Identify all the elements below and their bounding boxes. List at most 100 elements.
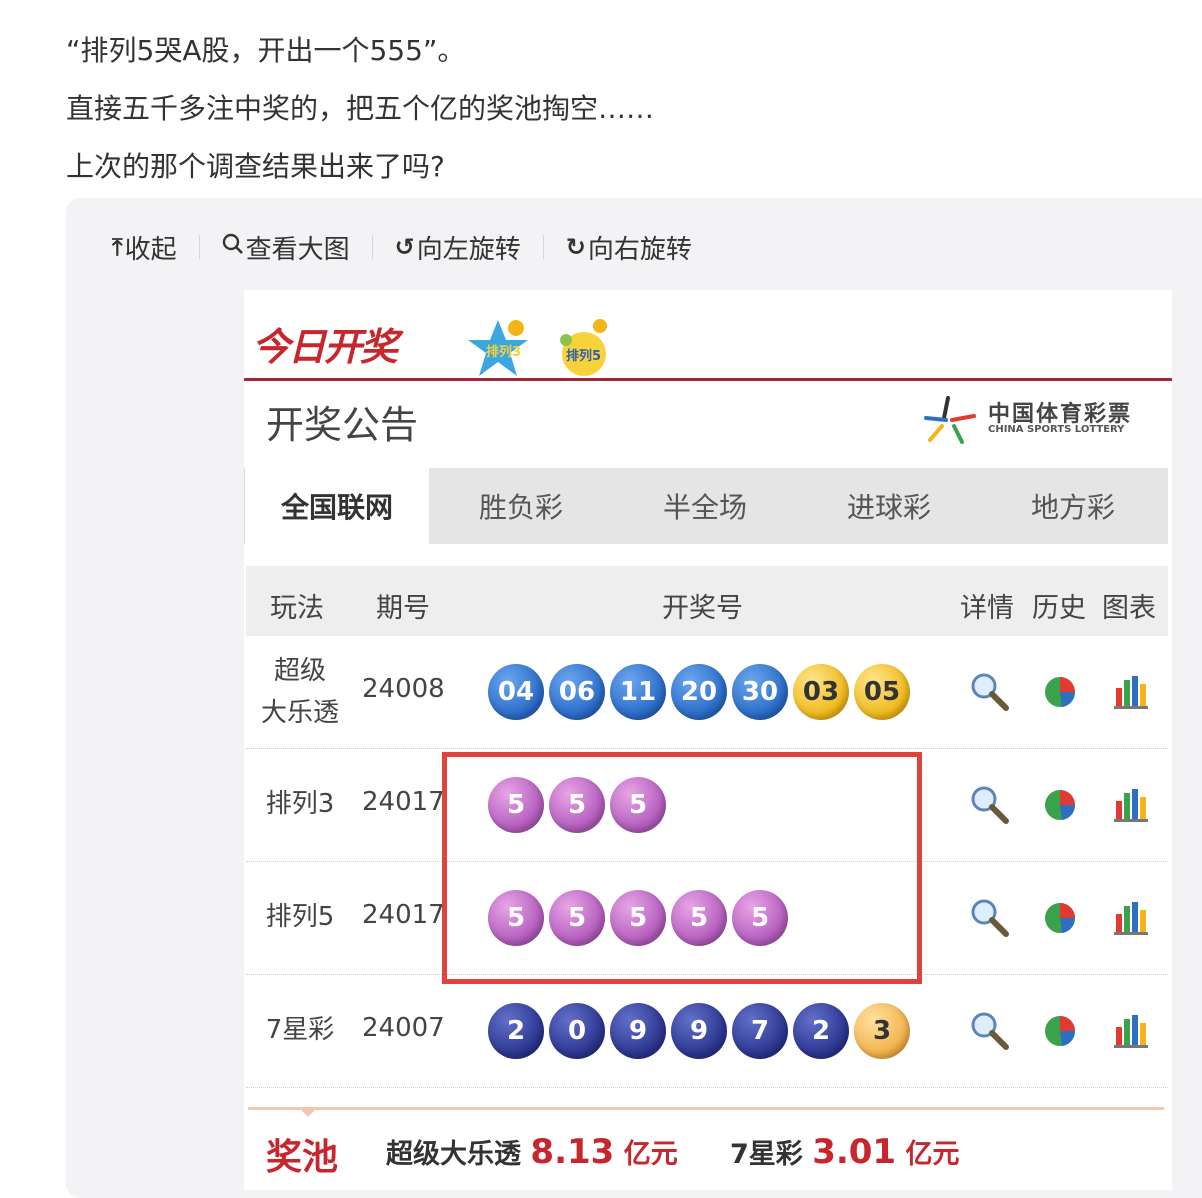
lottery-image[interactable]: 今日开奖 排列3 排列5 开奖公告 中国体育彩票 CHINA SPORTS LO… xyxy=(244,290,1172,1190)
detail-icon[interactable] xyxy=(968,896,1014,942)
tab-half-full[interactable]: 半全场 xyxy=(613,468,797,544)
post-line-1: “排列5哭A股，开出一个555”。 xyxy=(66,34,466,67)
number-ball: 3 xyxy=(854,1003,910,1059)
number-ball: 9 xyxy=(671,1003,727,1059)
issue-number: 24008 xyxy=(362,674,445,704)
rotate-right-icon: ↻ xyxy=(565,233,586,261)
game-name-line2: 大乐透 xyxy=(260,698,339,728)
notice-title: 开奖公告 xyxy=(266,403,419,447)
history-pie-icon[interactable] xyxy=(1040,670,1086,716)
rotate-left-button[interactable]: ↺ 向左旋转 xyxy=(395,229,521,266)
rotate-left-icon: ↺ xyxy=(394,233,415,261)
magnifier-icon xyxy=(222,233,244,261)
rotate-left-label: 向左旋转 xyxy=(416,234,521,265)
col-issue: 期号 xyxy=(376,593,430,624)
collapse-button[interactable]: ⤒ 收起 xyxy=(112,229,177,266)
number-ball: 20 xyxy=(671,664,727,720)
table-body: 超级 大乐透 24008 04 06 11 20 30 03 05 排列3 24017 5 5 5 排列5 24… xyxy=(246,636,1168,1088)
tab-win-lose[interactable]: 胜负彩 xyxy=(429,468,613,544)
jackpot-title: 奖池 xyxy=(266,1137,339,1178)
chart-bar-icon[interactable] xyxy=(1110,1009,1156,1055)
pl5-logo-icon: 排列5 xyxy=(554,318,618,380)
table-row: 排列3 24017 5 5 5 xyxy=(246,749,1168,862)
jackpot-qxc-label: 7星彩 xyxy=(730,1139,803,1170)
detail-icon[interactable] xyxy=(968,783,1014,829)
toolbar-divider xyxy=(198,235,200,259)
number-ball: 5 xyxy=(610,890,666,946)
col-detail: 详情 xyxy=(960,593,1014,624)
tab-goals[interactable]: 进球彩 xyxy=(797,468,981,544)
toolbar-divider xyxy=(371,235,373,259)
jackpot-qxc-unit: 亿元 xyxy=(905,1139,960,1170)
number-ball: 5 xyxy=(488,777,544,833)
winning-numbers: 2099723 xyxy=(488,1003,915,1059)
tab-local[interactable]: 地方彩 xyxy=(981,468,1165,544)
chart-bar-icon[interactable] xyxy=(1110,670,1156,716)
jackpot-dlt-label: 超级大乐透 xyxy=(386,1139,521,1170)
collapse-label: 收起 xyxy=(124,234,177,265)
chart-bar-icon[interactable] xyxy=(1110,896,1156,942)
sports-lottery-icon xyxy=(924,396,976,444)
table-row: 7星彩 24007 2 0 9 9 7 2 3 xyxy=(246,975,1168,1088)
image-toolbar: ⤒ 收起 查看大图 ↺ 向左旋转 ↻ 向右旋转 xyxy=(112,224,692,270)
card-header: 今日开奖 排列3 排列5 xyxy=(244,290,1172,382)
post-line-2: 直接五千多注中奖的，把五个亿的奖池掏空…… xyxy=(66,92,655,125)
game-name: 排列5 xyxy=(250,896,350,938)
jackpot-qxc: 7星彩 3.01 亿元 xyxy=(730,1132,960,1172)
row-actions xyxy=(968,1009,1158,1059)
winning-numbers: 04 06 11 20 30 03 05 xyxy=(488,664,915,720)
row-actions xyxy=(968,783,1158,833)
number-ball: 30 xyxy=(732,664,788,720)
table-row: 超级 大乐透 24008 04 06 11 20 30 03 05 xyxy=(246,636,1168,749)
number-ball: 5 xyxy=(549,777,605,833)
history-pie-icon[interactable] xyxy=(1040,783,1086,829)
history-pie-icon[interactable] xyxy=(1040,1009,1086,1055)
number-ball: 2 xyxy=(793,1003,849,1059)
number-ball: 0 xyxy=(549,1003,605,1059)
table-row: 排列5 24017 5 5 5 5 5 xyxy=(246,862,1168,975)
rotate-right-button[interactable]: ↻ 向右旋转 xyxy=(566,229,692,266)
collapse-icon: ⤒ xyxy=(112,233,123,261)
post-line-3: 上次的那个调查结果出来了吗? xyxy=(66,150,445,183)
number-ball: 9 xyxy=(610,1003,666,1059)
number-ball: 5 xyxy=(610,777,666,833)
jackpot-caret xyxy=(298,1107,318,1117)
number-ball: 5 xyxy=(732,890,788,946)
tab-national[interactable]: 全国联网 xyxy=(244,468,429,544)
game-name: 排列3 xyxy=(250,783,350,825)
game-name-line1: 排列3 xyxy=(265,789,335,819)
game-name-line1: 排列5 xyxy=(265,902,335,932)
post-text: “排列5哭A股，开出一个555”。 直接五千多注中奖的，把五个亿的奖池掏空…… … xyxy=(66,22,654,196)
chart-bar-icon[interactable] xyxy=(1110,783,1156,829)
issue-number: 24007 xyxy=(362,1013,445,1043)
view-large-button[interactable]: 查看大图 xyxy=(222,229,350,266)
pl5-logo-text: 排列5 xyxy=(566,348,601,364)
jackpot-dlt: 超级大乐透 8.13 亿元 xyxy=(386,1132,678,1172)
number-ball: 5 xyxy=(671,890,727,946)
number-ball: 5 xyxy=(549,890,605,946)
view-large-label: 查看大图 xyxy=(245,234,350,265)
rotate-right-label: 向右旋转 xyxy=(587,234,692,265)
pl3-logo-icon: 排列3 xyxy=(466,318,530,380)
game-name: 超级 大乐透 xyxy=(250,650,350,734)
issue-number: 24017 xyxy=(362,787,445,817)
winning-numbers: 555 xyxy=(488,777,671,833)
col-game: 玩法 xyxy=(270,593,324,624)
number-ball: 5 xyxy=(488,890,544,946)
history-pie-icon[interactable] xyxy=(1040,896,1086,942)
results-table: 玩法 期号 开奖号 详情 历史 图表 超级 大乐透 24008 04 06 11 20 30 0… xyxy=(246,566,1168,1088)
number-ball: 7 xyxy=(732,1003,788,1059)
number-ball: 11 xyxy=(610,664,666,720)
col-chart: 图表 xyxy=(1102,593,1156,624)
detail-icon[interactable] xyxy=(968,670,1014,716)
col-history: 历史 xyxy=(1032,593,1086,624)
detail-icon[interactable] xyxy=(968,1009,1014,1055)
header-divider xyxy=(244,378,1172,381)
sponsor-logo: 中国体育彩票 CHINA SPORTS LOTTERY xyxy=(922,396,1152,444)
number-ball: 2 xyxy=(488,1003,544,1059)
pl3-logo-text: 排列3 xyxy=(486,344,521,360)
jackpot-dlt-unit: 亿元 xyxy=(623,1139,678,1170)
sponsor-name-en: CHINA SPORTS LOTTERY xyxy=(988,424,1125,435)
row-actions xyxy=(968,896,1158,946)
game-name-line1: 7星彩 xyxy=(265,1015,335,1045)
